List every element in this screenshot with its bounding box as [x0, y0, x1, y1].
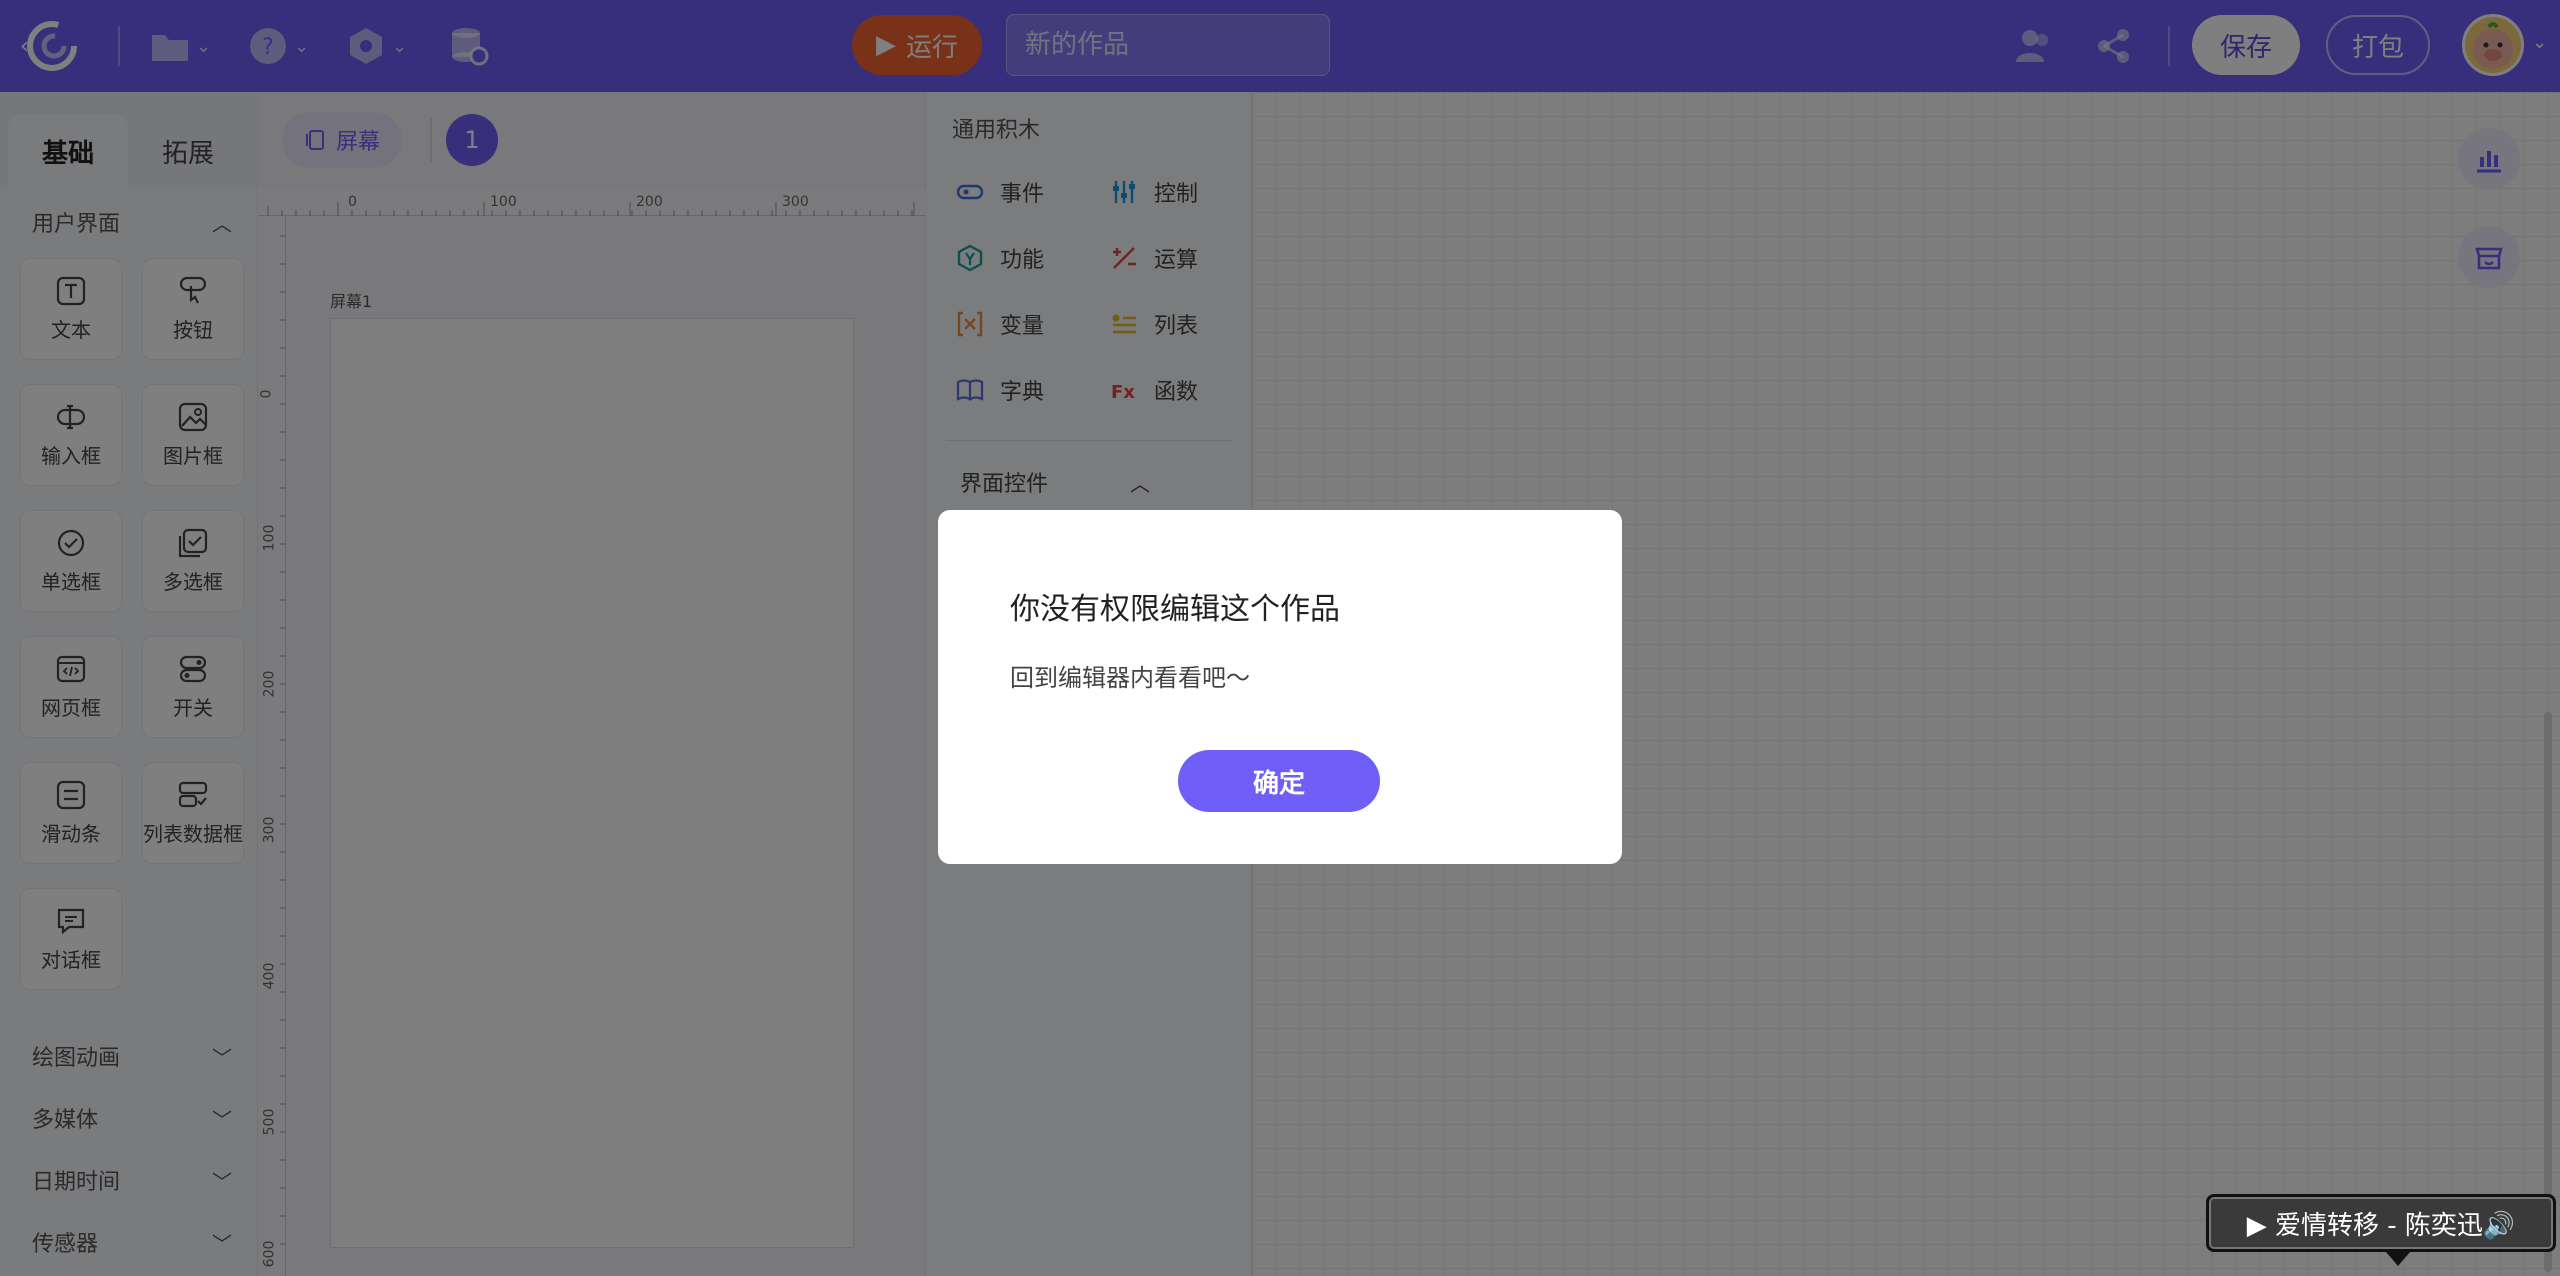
dialog-title: 你没有权限编辑这个作品	[1010, 592, 1340, 627]
confirm-button[interactable]: 确定	[1178, 750, 1380, 812]
dialog-message: 回到编辑器内看看吧～	[1010, 664, 1250, 692]
music-player-widget[interactable]: ▶ 爱情转移 - 陈奕迅🔊	[2206, 1194, 2556, 1252]
permission-dialog: 你没有权限编辑这个作品 回到编辑器内看看吧～ 确定	[938, 510, 1622, 864]
music-widget-pointer	[2386, 1252, 2410, 1266]
music-track-text: ▶ 爱情转移 - 陈奕迅🔊	[2246, 1210, 2516, 1241]
